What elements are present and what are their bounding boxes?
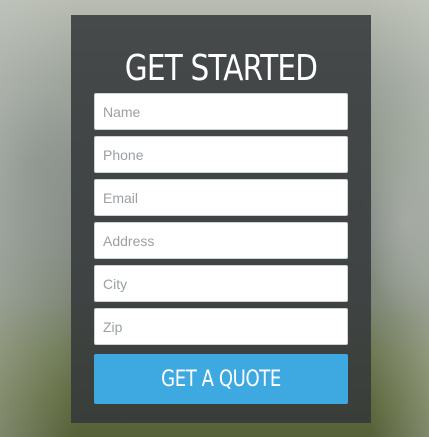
quote-form-panel: GET STARTED GET A QUOTE: [71, 15, 371, 423]
get-a-quote-label: GET A QUOTE: [161, 366, 281, 392]
city-field[interactable]: [94, 265, 348, 302]
name-field[interactable]: [94, 93, 348, 130]
zip-field[interactable]: [94, 308, 348, 345]
email-field[interactable]: [94, 179, 348, 216]
get-a-quote-button[interactable]: GET A QUOTE: [94, 354, 348, 404]
form-title: GET STARTED: [124, 48, 318, 89]
phone-field[interactable]: [94, 136, 348, 173]
address-field[interactable]: [94, 222, 348, 259]
